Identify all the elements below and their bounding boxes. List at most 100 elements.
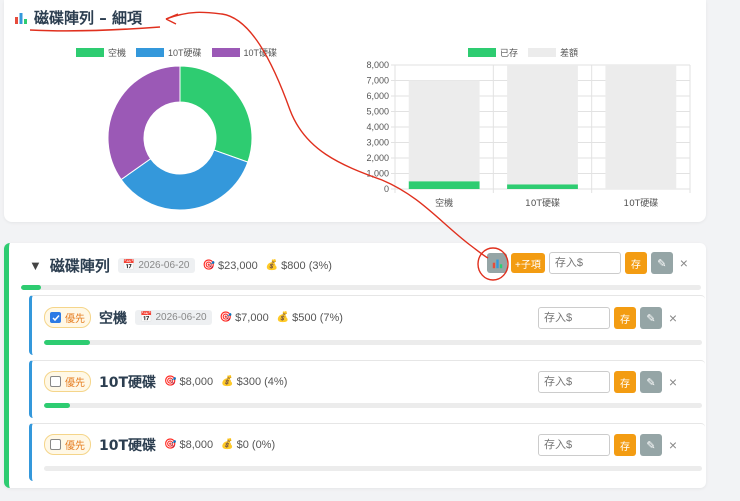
pie-legend-item[interactable]: 空機	[76, 46, 126, 59]
priority-badge[interactable]: 優先	[44, 307, 91, 328]
y-tick-label: 0	[384, 184, 389, 194]
y-tick-label: 1,000	[366, 169, 389, 179]
deposit-input[interactable]	[538, 371, 610, 393]
subitem-actions: 存 ✎ ×	[538, 434, 680, 456]
legend-swatch	[211, 48, 240, 57]
target-amount: 🎯 $8,000	[164, 438, 214, 451]
bar-segment[interactable]	[408, 80, 480, 182]
group-header: ▼ 磁碟陣列 📅 2026-06-20 🎯 $23,000 💰 $800 (3%…	[29, 255, 332, 276]
saved-amount: 💰 $0 (0%)	[221, 438, 276, 451]
edit-button[interactable]: ✎	[640, 371, 662, 393]
collapse-toggle[interactable]: ▼	[29, 258, 42, 273]
target-icon: 🎯	[164, 439, 177, 450]
money-bag-icon: 💰	[276, 312, 290, 323]
subitem-actions: 存 ✎ ×	[538, 371, 680, 393]
chart-toggle-button[interactable]	[487, 253, 507, 273]
target-icon: 🎯	[202, 260, 215, 271]
pie-legend-item[interactable]: 10T硬碟	[211, 46, 277, 59]
subitem-header: 優先 10T硬碟 🎯 $8,000 💰 $300 (4%)	[44, 371, 287, 392]
edit-button[interactable]: ✎	[640, 307, 662, 329]
money-bag-icon: 💰	[221, 439, 234, 450]
group-actions: +子項 存 ✎ ×	[487, 252, 691, 274]
item-name: 空機	[99, 310, 127, 327]
progress-fill	[44, 403, 71, 408]
y-tick-label: 3,000	[366, 138, 389, 148]
deposit-input[interactable]	[548, 252, 621, 274]
save-button[interactable]: 存	[614, 307, 636, 329]
y-tick-label: 8,000	[366, 60, 389, 70]
checkbox[interactable]	[50, 376, 61, 387]
group-name: 磁碟陣列	[49, 257, 110, 275]
y-tick-label: 5,000	[366, 107, 389, 117]
date-badge: 📅 2026-06-20	[135, 310, 212, 325]
saved-amount: 💰 $300 (4%)	[221, 375, 288, 388]
bar-segment[interactable]	[507, 65, 578, 185]
saved-amount: 💰 $800 (3%)	[265, 259, 332, 272]
legend-swatch	[76, 48, 104, 57]
goal-group-card: ▼ 磁碟陣列 📅 2026-06-20 🎯 $23,000 💰 $800 (3%…	[4, 243, 706, 488]
bar-segment[interactable]	[408, 181, 480, 189]
deposit-input[interactable]	[538, 434, 610, 456]
stacked-bar-chart: 0 1,000 2,000 3,000 4,000 5,000 6,000 7,000 8,00…	[366, 60, 691, 209]
calendar-icon: 📅	[122, 260, 136, 271]
y-tick-label: 7,000	[366, 76, 389, 86]
progress-fill	[44, 340, 91, 345]
group-progress-bar	[21, 285, 701, 290]
edit-button[interactable]: ✎	[650, 252, 673, 274]
bar-chart-icon	[492, 259, 502, 268]
save-button[interactable]: 存	[614, 434, 636, 456]
legend-swatch	[468, 48, 496, 57]
checkmark-icon	[51, 314, 60, 321]
bar-segment[interactable]	[605, 65, 677, 189]
item-progress-bar	[44, 340, 702, 345]
priority-badge[interactable]: 優先	[44, 371, 91, 392]
progress-fill	[21, 285, 42, 290]
pie-legend: 空機 10T硬碟 10T硬碟	[76, 46, 281, 59]
add-subitem-button[interactable]: +子項	[511, 253, 545, 273]
subitem-header: 優先 10T硬碟 🎯 $8,000 💰 $0 (0%)	[44, 434, 275, 455]
money-bag-icon: 💰	[265, 260, 279, 271]
target-icon: 🎯	[164, 376, 177, 387]
checkbox[interactable]	[50, 312, 61, 323]
subitem-card: 優先 空機 📅 2026-06-20 🎯 $7,000 💰 $500 (7%) …	[29, 295, 705, 355]
pie-slice[interactable]	[179, 65, 253, 163]
item-progress-bar	[44, 403, 702, 408]
page-title-text: 磁碟陣列 – 細項	[34, 9, 142, 27]
x-tick-label: 空機	[435, 197, 453, 209]
bar-segment[interactable]	[507, 184, 578, 189]
subitem-header: 優先 空機 📅 2026-06-20 🎯 $7,000 💰 $500 (7%)	[44, 307, 343, 328]
close-icon[interactable]: ×	[666, 374, 680, 390]
checkbox[interactable]	[50, 439, 61, 450]
money-bag-icon: 💰	[221, 376, 234, 387]
date-badge: 📅 2026-06-20	[117, 258, 195, 273]
subitem-card: 優先 10T硬碟 🎯 $8,000 💰 $300 (4%) 存 ✎ ×	[29, 360, 705, 418]
close-icon[interactable]: ×	[677, 255, 691, 271]
pie-legend-item[interactable]: 10T硬碟	[136, 46, 202, 59]
close-icon[interactable]: ×	[666, 437, 680, 453]
legend-swatch	[136, 48, 165, 57]
x-tick-label: 10T硬碟	[525, 198, 560, 209]
doughnut-chart	[107, 65, 253, 211]
priority-badge[interactable]: 優先	[44, 434, 91, 455]
y-tick-label: 4,000	[366, 122, 389, 132]
calendar-icon: 📅	[140, 312, 153, 323]
x-tick-label: 10T硬碟	[623, 198, 658, 209]
bar-chart-icon	[15, 12, 27, 24]
save-button[interactable]: 存	[624, 252, 647, 274]
item-progress-bar	[44, 466, 702, 471]
saved-amount: 💰 $500 (7%)	[276, 311, 343, 324]
item-name: 10T硬碟	[99, 374, 157, 391]
close-icon[interactable]: ×	[666, 310, 680, 326]
pie-slice[interactable]	[107, 65, 181, 181]
subitem-actions: 存 ✎ ×	[538, 307, 680, 329]
deposit-input[interactable]	[538, 307, 610, 329]
save-button[interactable]: 存	[614, 371, 636, 393]
item-name: 10T硬碟	[99, 437, 157, 454]
target-icon: 🎯	[219, 312, 233, 323]
subitem-card: 優先 10T硬碟 🎯 $8,000 💰 $0 (0%) 存 ✎ ×	[29, 423, 705, 481]
target-amount: 🎯 $8,000	[164, 375, 214, 388]
edit-button[interactable]: ✎	[640, 434, 662, 456]
y-tick-label: 6,000	[366, 91, 389, 101]
y-tick-label: 2,000	[366, 153, 389, 163]
target-amount: 🎯 $23,000	[202, 259, 258, 272]
